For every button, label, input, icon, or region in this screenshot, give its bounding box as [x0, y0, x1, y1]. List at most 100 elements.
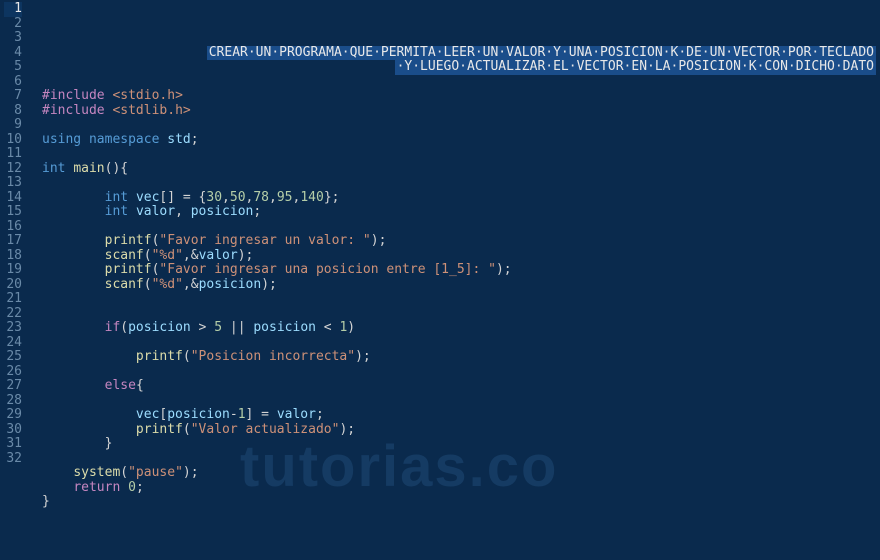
token: ;: [136, 480, 144, 495]
code-line[interactable]: using namespace std;: [42, 133, 880, 148]
line-number: 8: [4, 104, 22, 119]
line-number: 6: [4, 75, 22, 90]
token: ;: [191, 132, 199, 147]
line-number: 1: [4, 2, 22, 17]
token: (: [144, 277, 152, 292]
code-line[interactable]: CREAR·UN·PROGRAMA·QUE·PERMITA·LEER·UN·VA…: [42, 46, 880, 61]
token: int: [105, 190, 128, 205]
token: };: [324, 190, 340, 205]
line-number: 12: [4, 162, 22, 177]
line-number: 22: [4, 307, 22, 322]
token: "%d": [152, 277, 183, 292]
token: 95: [277, 190, 293, 205]
token: posicion: [199, 277, 262, 292]
code-line[interactable]: if(posicion > 5 || posicion < 1): [42, 321, 880, 336]
token: ;: [253, 204, 261, 219]
line-number: 5: [4, 60, 22, 75]
code-line[interactable]: }: [42, 437, 880, 452]
token: printf: [136, 349, 183, 364]
code-line[interactable]: int main(){: [42, 162, 880, 177]
token: posicion: [167, 407, 230, 422]
line-number: 4: [4, 46, 22, 61]
token: std: [167, 132, 190, 147]
line-number: 21: [4, 292, 22, 307]
token: ,&: [183, 248, 199, 263]
token: 5: [214, 320, 222, 335]
code-line[interactable]: [42, 452, 880, 467]
code-editor[interactable]: 1234567891011121314151617181920212223242…: [0, 0, 880, 560]
token: valor: [199, 248, 238, 263]
token: 140: [300, 190, 323, 205]
line-number: 29: [4, 408, 22, 423]
token: 1: [238, 407, 246, 422]
token: "Posicion incorrecta": [191, 349, 355, 364]
code-line[interactable]: [42, 118, 880, 133]
line-number: 15: [4, 205, 22, 220]
token: (){: [105, 161, 128, 176]
token: {: [136, 378, 144, 393]
token: 50: [230, 190, 246, 205]
code-line[interactable]: [42, 365, 880, 380]
code-line[interactable]: scanf("%d",&valor);: [42, 249, 880, 264]
code-line[interactable]: int vec[] = {30,50,78,95,140};: [42, 191, 880, 206]
code-area[interactable]: tutorias.co CREAR·UN·PROGRAMA·QUE·PERMIT…: [30, 0, 880, 560]
token: >: [191, 320, 214, 335]
code-line[interactable]: else{: [42, 379, 880, 394]
token: #include: [42, 88, 105, 103]
token: #include: [42, 103, 105, 118]
token: "%d": [152, 248, 183, 263]
token: ,&: [183, 277, 199, 292]
line-number: 10: [4, 133, 22, 148]
code-line[interactable]: [42, 336, 880, 351]
token: [81, 132, 89, 147]
token: <stdio.h>: [112, 88, 182, 103]
line-number: 17: [4, 234, 22, 249]
token: (: [183, 349, 191, 364]
code-line[interactable]: return 0;: [42, 481, 880, 496]
code-line[interactable]: [42, 394, 880, 409]
code-line[interactable]: int valor, posicion;: [42, 205, 880, 220]
token: );: [496, 262, 512, 277]
token: int: [105, 204, 128, 219]
code-line[interactable]: printf("Favor ingresar una posicion entr…: [42, 263, 880, 278]
code-line[interactable]: printf("Posicion incorrecta");: [42, 350, 880, 365]
token: printf: [105, 233, 152, 248]
code-line[interactable]: printf("Valor actualizado");: [42, 423, 880, 438]
line-number-gutter: 1234567891011121314151617181920212223242…: [0, 0, 30, 560]
code-line[interactable]: [42, 75, 880, 90]
token: printf: [105, 262, 152, 277]
token: );: [371, 233, 387, 248]
code-line[interactable]: vec[posicion-1] = valor;: [42, 408, 880, 423]
code-line[interactable]: [42, 176, 880, 191]
line-number: 19: [4, 263, 22, 278]
token: system: [73, 465, 120, 480]
code-line[interactable]: [42, 292, 880, 307]
code-line[interactable]: }: [42, 495, 880, 510]
line-number: 26: [4, 365, 22, 380]
code-line[interactable]: [42, 220, 880, 235]
line-number: 14: [4, 191, 22, 206]
token: vec: [136, 190, 159, 205]
token: "Favor ingresar una posicion entre [1_5]…: [159, 262, 496, 277]
code-line[interactable]: scanf("%d",&posicion);: [42, 278, 880, 293]
token: main: [73, 161, 104, 176]
line-number: 24: [4, 336, 22, 351]
line-number: 16: [4, 220, 22, 235]
token: ] =: [246, 407, 277, 422]
token: valor: [277, 407, 316, 422]
code-line[interactable]: #include <stdlib.h>: [42, 104, 880, 119]
token: "Valor actualizado": [191, 422, 340, 437]
token: [128, 204, 136, 219]
token: ;: [316, 407, 324, 422]
code-line[interactable]: system("pause");: [42, 466, 880, 481]
code-line[interactable]: #include <stdio.h>: [42, 89, 880, 104]
code-line[interactable]: [42, 147, 880, 162]
token: "pause": [128, 465, 183, 480]
selected-comment-text: ·Y·LUEGO·ACTUALIZAR·EL·VECTOR·EN·LA·POSI…: [395, 60, 876, 75]
token: else: [105, 378, 136, 393]
code-line[interactable]: ·Y·LUEGO·ACTUALIZAR·EL·VECTOR·EN·LA·POSI…: [42, 60, 880, 75]
token: );: [183, 465, 199, 480]
code-line[interactable]: printf("Favor ingresar un valor: ");: [42, 234, 880, 249]
token: );: [261, 277, 277, 292]
code-line[interactable]: [42, 307, 880, 322]
